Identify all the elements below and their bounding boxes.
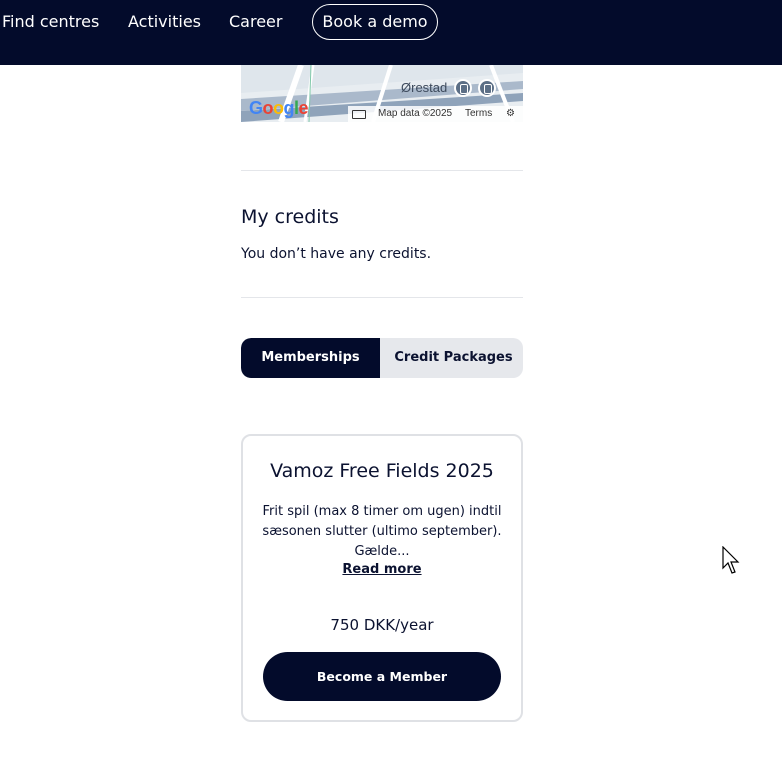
become-member-button[interactable]: Become a Member [263, 652, 501, 701]
mouse-cursor-icon [722, 546, 740, 574]
tab-memberships[interactable]: Memberships [241, 338, 380, 378]
top-nav: Find centres Activities Career Book a de… [0, 0, 782, 65]
divider [241, 297, 523, 298]
credits-empty-text: You don’t have any credits. [241, 246, 432, 262]
nav-find-centres[interactable]: Find centres [2, 12, 99, 32]
nav-career[interactable]: Career [229, 12, 282, 32]
map-attribution: Map data ©2025 [378, 108, 453, 119]
membership-description: Frit spil (max 8 timer om ugen) indtil s… [262, 504, 502, 559]
book-demo-button[interactable]: Book a demo [312, 4, 438, 40]
membership-price: 750 DKK/year [330, 616, 434, 634]
map-place-label: Ørestad [401, 80, 448, 95]
read-more-link[interactable]: Read more [243, 562, 521, 577]
gear-icon[interactable]: ⚙ [506, 106, 515, 122]
membership-tabs: Memberships Credit Packages [241, 338, 523, 378]
map-terms-link[interactable]: Terms [465, 106, 492, 122]
tab-credit-packages[interactable]: Credit Packages [384, 338, 523, 378]
credits-title: My credits [241, 206, 339, 228]
map-attribution-bar: Map data ©2025 Terms ⚙ [348, 106, 523, 122]
map-widget[interactable]: Ørestad Google Map data ©2025 Terms ⚙ [241, 65, 523, 122]
nav-activities[interactable]: Activities [128, 12, 201, 32]
membership-title: Vamoz Free Fields 2025 [270, 460, 494, 482]
divider [241, 170, 523, 171]
metro-station-icon[interactable] [478, 79, 496, 97]
keyboard-icon[interactable] [352, 110, 366, 119]
train-station-icon[interactable] [454, 79, 472, 97]
google-logo[interactable]: Google [249, 98, 309, 119]
membership-card: Vamoz Free Fields 2025 Frit spil (max 8 … [241, 434, 523, 722]
